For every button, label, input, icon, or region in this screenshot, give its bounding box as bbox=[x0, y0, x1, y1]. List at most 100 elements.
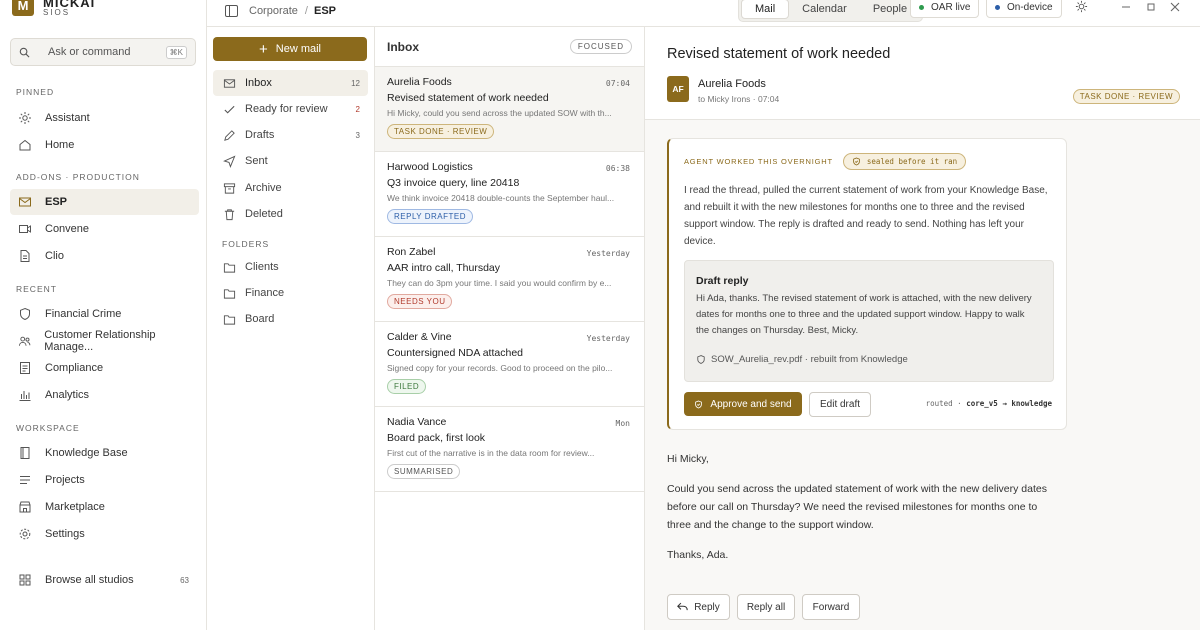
folder-icon bbox=[223, 262, 236, 273]
shortcut-hint: ⌘K bbox=[165, 45, 187, 59]
focused-filter[interactable]: FOCUSED bbox=[569, 39, 632, 54]
routed-path: core_v5 → knowledge bbox=[966, 399, 1052, 408]
message-time: 07:04 bbox=[605, 79, 630, 88]
list-item[interactable]: Nadia Vance Mon Board pack, first look F… bbox=[375, 407, 644, 492]
approve-and-send-button[interactable]: Approve and send bbox=[684, 392, 802, 416]
list-item[interactable]: Ron Zabel Yesterday AAR intro call, Thur… bbox=[375, 237, 644, 322]
sidebar-item-assistant[interactable]: Assistant bbox=[10, 105, 199, 131]
theme-toggle-icon[interactable] bbox=[1075, 0, 1088, 13]
list-header: Inbox FOCUSED bbox=[375, 27, 644, 67]
message-list: Inbox FOCUSED Aurelia Foods 07:04 Revise… bbox=[375, 27, 645, 630]
reply-button[interactable]: Reply bbox=[667, 594, 730, 620]
folder-inbox[interactable]: Inbox 12 bbox=[213, 70, 368, 96]
plus-icon: + bbox=[259, 40, 268, 58]
message-preview: Signed copy for your records. Good to pr… bbox=[387, 363, 613, 373]
tab-mail[interactable]: Mail bbox=[741, 0, 790, 19]
folder-icon bbox=[223, 288, 236, 299]
command-search[interactable]: Ask or command ⌘K bbox=[10, 38, 196, 66]
sidebar-item-label: Convene bbox=[45, 223, 90, 235]
breadcrumb-corporate[interactable]: Corporate bbox=[249, 5, 298, 17]
close-icon[interactable] bbox=[1170, 2, 1180, 12]
message-time: Mon bbox=[615, 419, 630, 428]
sealed-label: sealed before it ran bbox=[866, 157, 958, 166]
list-item[interactable]: Calder & Vine Yesterday Countersigned ND… bbox=[375, 322, 644, 407]
section-folders: FOLDERS bbox=[222, 239, 270, 249]
sidebar-item-financial-crime[interactable]: Financial Crime bbox=[10, 301, 199, 327]
message-title: Revised statement of work needed bbox=[667, 46, 891, 62]
folder-finance[interactable]: Finance bbox=[213, 280, 368, 306]
folder-sent[interactable]: Sent bbox=[213, 148, 368, 174]
sidebar-item-label: Customer Relationship Manage... bbox=[44, 329, 156, 353]
section-recent: RECENT bbox=[16, 284, 57, 294]
sidebar-item-marketplace[interactable]: Marketplace bbox=[10, 494, 199, 520]
list-item[interactable]: Harwood Logistics 06:38 Q3 invoice query… bbox=[375, 152, 644, 237]
sidebar-item-analytics[interactable]: Analytics bbox=[10, 382, 199, 408]
folder-clients[interactable]: Clients bbox=[213, 254, 368, 280]
tab-calendar[interactable]: Calendar bbox=[789, 0, 860, 19]
status-on-device[interactable]: On-device bbox=[986, 0, 1062, 18]
minimize-icon[interactable] bbox=[1121, 5, 1131, 9]
edit-draft-button[interactable]: Edit draft bbox=[809, 392, 871, 417]
home-icon bbox=[19, 139, 31, 151]
list-item[interactable]: Aurelia Foods 07:04 Revised statement of… bbox=[375, 67, 644, 152]
status-oar-live[interactable]: OAR live bbox=[910, 0, 980, 18]
breadcrumb-esp: ESP bbox=[313, 5, 336, 17]
draft-title: Draft reply bbox=[696, 275, 749, 287]
sidebar-item-compliance[interactable]: Compliance bbox=[10, 355, 199, 381]
sidebar-item-label: Marketplace bbox=[45, 501, 105, 513]
folder-label: Clients bbox=[245, 261, 279, 273]
sidebar: M MICKAI SIOS Ask or command ⌘K PINNED A… bbox=[0, 0, 207, 630]
sidebar-item-projects[interactable]: Projects bbox=[10, 467, 199, 493]
draft-text: Hi Ada, thanks. The revised statement of… bbox=[696, 293, 1032, 336]
sparkle-icon bbox=[19, 112, 31, 124]
folder-archive[interactable]: Archive bbox=[213, 175, 368, 201]
list-title: Inbox bbox=[387, 39, 419, 54]
attachment[interactable]: SOW_Aurelia_rev.pdf · rebuilt from Knowl… bbox=[696, 354, 908, 365]
folder-icon bbox=[223, 314, 236, 325]
sidebar-item-clio[interactable]: Clio bbox=[10, 243, 199, 269]
trash-icon bbox=[224, 208, 235, 220]
brand-logo[interactable]: M bbox=[12, 0, 34, 16]
recipient-line: to Micky Irons · 07:04 bbox=[698, 94, 780, 104]
message-subject: Revised statement of work needed bbox=[387, 92, 549, 104]
folder-count: 2 bbox=[355, 104, 360, 114]
sidebar-item-home[interactable]: Home bbox=[10, 132, 199, 158]
sidebar-item-esp[interactable]: ESP bbox=[10, 189, 199, 215]
shield-check-icon bbox=[853, 157, 860, 166]
email-greeting: Hi Micky, bbox=[667, 453, 709, 465]
mail-icon bbox=[223, 78, 236, 88]
sidebar-item-label: Clio bbox=[45, 250, 64, 262]
brand-sub: SIOS bbox=[43, 8, 71, 17]
status-badge: NEEDS YOU bbox=[387, 294, 453, 309]
folder-label: Inbox bbox=[245, 77, 272, 89]
sidebar-item-crm[interactable]: Customer Relationship Manage... bbox=[10, 328, 199, 354]
message-preview: We think invoice 20418 double-counts the… bbox=[387, 193, 615, 203]
browse-all-studios[interactable]: Browse all studios 63 bbox=[10, 567, 199, 593]
sidebar-item-label: Financial Crime bbox=[45, 308, 122, 320]
sender-name: Aurelia Foods bbox=[698, 78, 766, 90]
shield-check-icon bbox=[695, 400, 703, 408]
sidebar-item-knowledge-base[interactable]: Knowledge Base bbox=[10, 440, 199, 466]
avatar: AF bbox=[667, 76, 689, 102]
message-time: Yesterday bbox=[586, 334, 630, 343]
folder-ready-for-review[interactable]: Ready for review 2 bbox=[213, 96, 368, 122]
maximize-icon[interactable] bbox=[1147, 3, 1155, 11]
agent-card: AGENT WORKED THIS OVERNIGHT sealed befor… bbox=[667, 138, 1067, 430]
message-preview: First cut of the narrative is in the dat… bbox=[387, 448, 595, 458]
message-subject: Board pack, first look bbox=[387, 432, 486, 444]
section-addons: ADD-ONS · PRODUCTION bbox=[16, 172, 140, 182]
draft-reply-box: Draft reply Hi Ada, thanks. The revised … bbox=[684, 260, 1054, 382]
sidebar-item-label: Home bbox=[45, 139, 75, 151]
forward-button[interactable]: Forward bbox=[802, 594, 860, 620]
sidebar-item-convene[interactable]: Convene bbox=[10, 216, 199, 242]
folder-deleted[interactable]: Deleted bbox=[213, 201, 368, 227]
sidebar-toggle-icon[interactable] bbox=[225, 5, 238, 17]
grid-icon bbox=[19, 574, 31, 586]
sidebar-item-settings[interactable]: Settings bbox=[10, 521, 199, 547]
message-preview: They can do 3pm your time. I said you wo… bbox=[387, 278, 612, 288]
reply-all-button[interactable]: Reply all bbox=[737, 594, 795, 620]
folder-drafts[interactable]: Drafts 3 bbox=[213, 122, 368, 148]
section-pinned: PINNED bbox=[16, 87, 55, 97]
new-mail-button[interactable]: + New mail bbox=[213, 37, 367, 61]
folder-board[interactable]: Board bbox=[213, 306, 368, 332]
